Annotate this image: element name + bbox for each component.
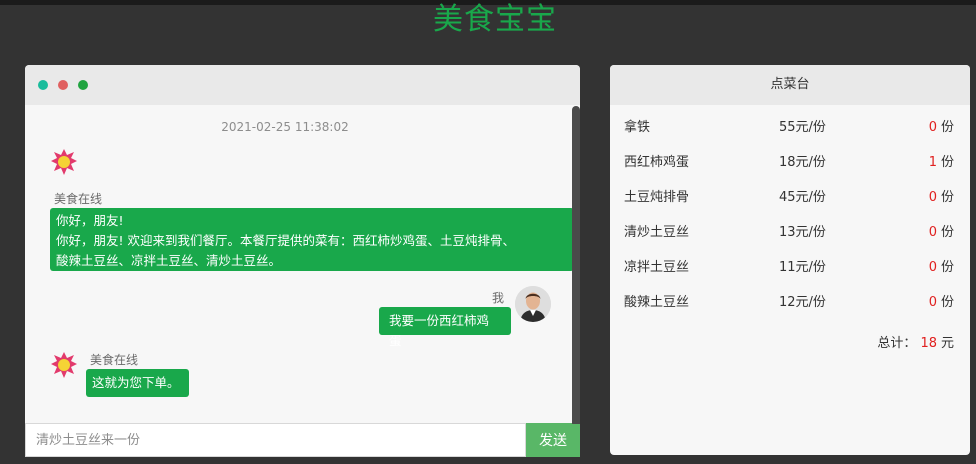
menu-item-name: 凉拌土豆丝 xyxy=(624,260,690,275)
menu-item-name: 拿铁 xyxy=(624,120,651,135)
qty-number: 0 xyxy=(928,295,937,310)
chat-scrollbar[interactable] xyxy=(572,106,580,424)
chat-message-area[interactable]: 2021-02-25 11:38:02 美食在线 你好，朋友! 你好，朋友! 欢… xyxy=(25,105,580,423)
chat-input[interactable] xyxy=(25,423,526,457)
total-unit: 元 xyxy=(940,336,954,351)
qty-number: 1 xyxy=(928,155,937,170)
menu-item-name: 西红柿鸡蛋 xyxy=(624,155,690,170)
bot-avatar-icon xyxy=(51,149,77,175)
total-value: 18 xyxy=(920,336,937,351)
menu-item-name: 酸辣土豆丝 xyxy=(624,295,690,310)
window-dot-green[interactable] xyxy=(78,80,88,90)
order-panel-header: 点菜台 xyxy=(610,65,970,105)
qty-number: 0 xyxy=(928,120,937,135)
menu-item[interactable]: 凉拌土豆丝 11元/份 0份 xyxy=(610,246,970,281)
bot-avatar-icon xyxy=(51,352,77,378)
qty-unit: 份 xyxy=(940,260,954,275)
order-total: 总计： 18 元 xyxy=(877,332,954,351)
qty-unit: 份 xyxy=(940,295,954,310)
menu-item[interactable]: 酸辣土豆丝 12元/份 0份 xyxy=(610,281,970,316)
menu-item-qty: 0份 xyxy=(929,221,954,240)
qty-number: 0 xyxy=(928,225,937,240)
message-sender: 我 xyxy=(492,291,505,305)
menu-item-qty: 1份 xyxy=(929,151,954,170)
message-timestamp: 2021-02-25 11:38:02 xyxy=(221,120,349,134)
message-sender: 美食在线 xyxy=(54,192,103,206)
menu-item-price: 45元/份 xyxy=(779,190,826,205)
window-dot-red[interactable] xyxy=(58,80,68,90)
user-avatar-icon xyxy=(515,286,551,322)
order-panel: 点菜台 拿铁 55元/份 0份 西红柿鸡蛋 18元/份 1份 土豆炖排骨 45元… xyxy=(610,65,970,455)
menu-item[interactable]: 拿铁 55元/份 0份 xyxy=(610,106,970,141)
chat-window: 2021-02-25 11:38:02 美食在线 你好，朋友! 你好，朋友! 欢… xyxy=(25,65,580,457)
menu-item-qty: 0份 xyxy=(929,186,954,205)
menu-item-price: 18元/份 xyxy=(779,155,826,170)
menu-item-qty: 0份 xyxy=(929,256,954,275)
qty-number: 0 xyxy=(928,260,937,275)
menu-item[interactable]: 清炒土豆丝 13元/份 0份 xyxy=(610,211,970,246)
qty-unit: 份 xyxy=(940,120,954,135)
total-label: 总计： xyxy=(877,336,917,351)
menu-item-price: 12元/份 xyxy=(779,295,826,310)
app-title: 美食宝宝 xyxy=(433,2,557,37)
window-dot-teal[interactable] xyxy=(38,80,48,90)
menu-item-qty: 0份 xyxy=(929,116,954,135)
menu-item[interactable]: 西红柿鸡蛋 18元/份 1份 xyxy=(610,141,970,176)
chat-input-row: 发送 xyxy=(25,423,580,457)
menu-item-name: 土豆炖排骨 xyxy=(624,190,690,205)
menu-item[interactable]: 土豆炖排骨 45元/份 0份 xyxy=(610,176,970,211)
message-line: 你好，朋友! 欢迎来到我们餐厅。本餐厅提供的菜有：西红柿炒鸡蛋、土豆炖排骨、 xyxy=(56,233,515,248)
send-button[interactable]: 发送 xyxy=(526,423,580,457)
qty-unit: 份 xyxy=(940,155,954,170)
message-bubble-bot: 你好，朋友! 你好，朋友! 欢迎来到我们餐厅。本餐厅提供的菜有：西红柿炒鸡蛋、土… xyxy=(50,208,574,271)
message-line: 酸辣土豆丝、凉拌土豆丝、清炒土豆丝。 xyxy=(56,253,282,268)
menu-item-price: 13元/份 xyxy=(779,225,826,240)
chat-titlebar xyxy=(25,65,580,105)
menu-item-price: 11元/份 xyxy=(779,260,826,275)
message-sender: 美食在线 xyxy=(90,353,139,367)
menu-item-price: 55元/份 xyxy=(779,120,826,135)
message-bubble-user: 我要一份西红柿鸡蛋 xyxy=(379,307,511,348)
menu-item-name: 清炒土豆丝 xyxy=(624,225,690,240)
message-bubble-bot: 这就为您下单。 xyxy=(86,369,189,397)
qty-unit: 份 xyxy=(940,190,954,205)
message-line: 你好，朋友! xyxy=(56,213,124,228)
qty-number: 0 xyxy=(928,190,937,205)
qty-unit: 份 xyxy=(940,225,954,240)
menu-item-qty: 0份 xyxy=(929,291,954,310)
